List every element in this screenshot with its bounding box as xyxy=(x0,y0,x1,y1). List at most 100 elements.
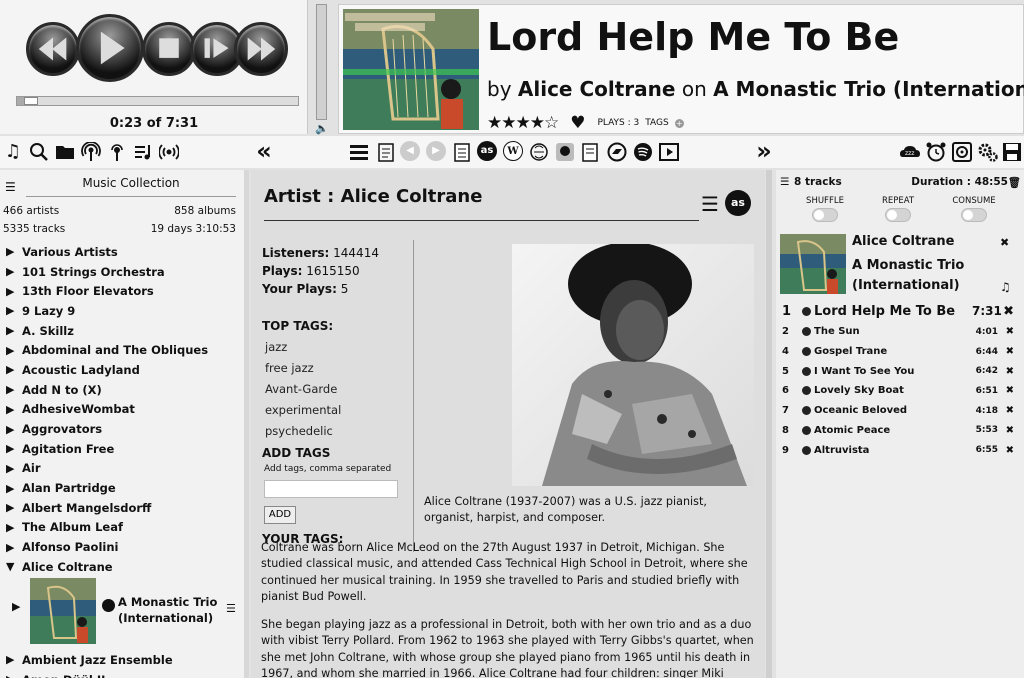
repeat-toggle[interactable] xyxy=(885,208,911,222)
shuffle-toggle[interactable] xyxy=(812,208,838,222)
artist-name[interactable]: The Album Leaf xyxy=(22,520,123,534)
artist-row[interactable]: ▶ Air xyxy=(6,459,242,479)
top-tag[interactable]: jazz xyxy=(265,340,287,354)
expand-arrow-icon[interactable]: ▶ xyxy=(6,541,22,554)
artist-name[interactable]: Various Artists xyxy=(22,245,118,259)
next-button[interactable] xyxy=(234,22,288,76)
collection-scrollbar[interactable] xyxy=(244,170,249,678)
volume-slider[interactable] xyxy=(316,4,327,120)
info-doc-icon[interactable] xyxy=(376,140,396,164)
playlist-track-current[interactable]: 1 Lord Help Me To Be 7:31 ✖ xyxy=(782,300,1014,322)
broadcast-icon[interactable] xyxy=(158,140,180,164)
collection-menu-icon[interactable]: ☰ xyxy=(5,180,16,194)
expand-arrow-icon[interactable]: ▶ xyxy=(6,673,22,678)
stop-button[interactable] xyxy=(142,22,196,76)
artist-row[interactable]: ▶ Add N to (X) xyxy=(6,380,242,400)
add-tag-button[interactable]: ADD xyxy=(264,506,296,524)
artist-name[interactable]: Amon Düül II xyxy=(22,673,105,678)
save-disk-icon[interactable] xyxy=(1001,140,1023,164)
artist-row[interactable]: ▶Amon Düül II xyxy=(6,670,242,678)
artist-row[interactable]: ▶ Various Artists xyxy=(6,242,242,262)
artist-row[interactable]: ▶ 13th Floor Elevators xyxy=(6,281,242,301)
add-tags-input[interactable] xyxy=(264,480,398,498)
artist-row[interactable]: ▶ Agitation Free xyxy=(6,439,242,459)
top-tag[interactable]: Avant-Garde xyxy=(265,382,337,396)
folder-icon[interactable] xyxy=(54,140,76,164)
expand-arrow-icon[interactable]: ▶ xyxy=(6,304,22,317)
play-button[interactable] xyxy=(76,14,144,82)
spotify-tab-icon[interactable] xyxy=(632,140,654,164)
artist-name[interactable]: Add N to (X) xyxy=(22,383,102,397)
artist-name[interactable]: Aggrovators xyxy=(22,422,102,436)
songkick-tab-icon[interactable] xyxy=(554,140,576,164)
consume-toggle[interactable] xyxy=(961,208,987,222)
remove-track-icon[interactable]: ✖ xyxy=(998,366,1014,377)
previous-button[interactable] xyxy=(26,22,80,76)
expand-arrow-icon[interactable]: ▶ xyxy=(6,423,22,436)
expand-arrow-icon[interactable]: ▶ xyxy=(6,501,22,514)
clear-playlist-icon[interactable]: 🗑 xyxy=(1008,176,1021,189)
document-icon[interactable] xyxy=(452,140,472,164)
artist-row[interactable]: ▶ AdhesiveWombat xyxy=(6,400,242,420)
expand-arrow-icon[interactable]: ▶ xyxy=(6,482,22,495)
artist-row[interactable]: ▶ Acoustic Ladyland xyxy=(6,360,242,380)
track-title[interactable]: Lovely Sky Boat xyxy=(814,385,972,396)
artist-name[interactable]: Alfonso Paolini xyxy=(22,540,118,554)
progress-handle[interactable] xyxy=(24,97,39,105)
playlist-track[interactable]: 4 Gospel Trane 6:44 ✖ xyxy=(782,342,1014,362)
artist-name[interactable]: 101 Strings Orchestra xyxy=(22,265,165,279)
collapse-left-icon[interactable]: « xyxy=(252,139,276,164)
wikipedia-tab-icon[interactable]: W xyxy=(503,141,523,161)
remove-track-icon[interactable]: ✖ xyxy=(998,385,1014,396)
playlist-track[interactable]: 5 I Want To See You 6:42 ✖ xyxy=(782,361,1014,381)
remove-track-icon[interactable]: ✖ xyxy=(998,405,1014,416)
remove-track-icon[interactable]: ✖ xyxy=(998,425,1014,436)
progress-bar[interactable] xyxy=(16,96,299,106)
expand-arrow-icon[interactable]: ▶ xyxy=(6,403,22,416)
rating-stars[interactable]: ★★★★☆ xyxy=(487,113,559,133)
artist-name[interactable]: Albert Mangelsdorff xyxy=(22,501,151,515)
top-tag[interactable]: free jazz xyxy=(265,361,314,375)
expand-arrow-icon[interactable]: ▶ xyxy=(6,653,22,666)
music-note-icon[interactable]: ♫ xyxy=(2,140,24,164)
track-title[interactable]: Oceanic Beloved xyxy=(814,405,972,416)
artist-name[interactable]: AdhesiveWombat xyxy=(22,402,135,416)
album-cover-image[interactable] xyxy=(343,9,479,130)
musicbrainz-tab-icon[interactable] xyxy=(528,140,550,164)
podcast-icon[interactable] xyxy=(80,140,102,164)
remove-track-icon[interactable]: ✖ xyxy=(998,346,1014,357)
expand-arrow-icon[interactable]: ▶ xyxy=(6,462,22,475)
artist-row[interactable]: ▶ The Album Leaf xyxy=(6,518,242,538)
playlist-track[interactable]: 8 Atomic Peace 5:53 ✖ xyxy=(782,421,1014,441)
menu-icon[interactable] xyxy=(348,140,370,164)
expand-arrow-icon[interactable]: ▶ xyxy=(6,363,22,376)
artist-row[interactable]: ▶ Abdominal and The Obliques xyxy=(6,340,242,360)
top-tag[interactable]: experimental xyxy=(265,403,341,417)
settings-gears-icon[interactable] xyxy=(976,140,1000,164)
artist-name[interactable]: Air xyxy=(22,461,41,475)
track-title[interactable]: The Sun xyxy=(814,326,972,337)
expand-arrow-icon[interactable]: ▶ xyxy=(6,521,22,534)
track-title[interactable]: Altruvista xyxy=(814,445,972,456)
artist-name[interactable]: 13th Floor Elevators xyxy=(22,284,154,298)
artist-row[interactable]: ▶ Ambient Jazz Ensemble xyxy=(6,650,242,670)
expand-arrow-icon[interactable]: ▶ xyxy=(6,324,22,337)
artist-row[interactable]: ▶ 101 Strings Orchestra xyxy=(6,262,242,282)
expand-arrow-icon[interactable]: ▶ xyxy=(6,285,22,298)
expand-arrow-icon[interactable]: ▶ xyxy=(6,442,22,455)
artist-row[interactable]: ▶ Aggrovators xyxy=(6,419,242,439)
audio-output-icon[interactable] xyxy=(950,140,974,164)
expand-arrow-icon[interactable]: ▶ xyxy=(12,600,20,613)
artist-row[interactable]: ▶ Albert Mangelsdorff xyxy=(6,498,242,518)
remove-track-icon[interactable]: ✖ xyxy=(998,304,1014,319)
artist-name[interactable]: 9 Lazy 9 xyxy=(22,304,75,318)
artist-name[interactable]: Ambient Jazz Ensemble xyxy=(22,653,173,667)
artist-row[interactable]: ▶ A. Skillz xyxy=(6,321,242,341)
album-menu-icon[interactable]: ☰ xyxy=(226,602,236,615)
love-heart-icon[interactable]: ♥ xyxy=(570,113,585,133)
artist-name[interactable]: Agitation Free xyxy=(22,442,114,456)
top-tag[interactable]: psychedelic xyxy=(265,424,333,438)
playlist-menu-icon[interactable]: ☰ xyxy=(780,176,789,188)
volume-control[interactable]: 🔈 xyxy=(314,4,330,135)
lastfm-icon[interactable]: as xyxy=(725,190,751,216)
